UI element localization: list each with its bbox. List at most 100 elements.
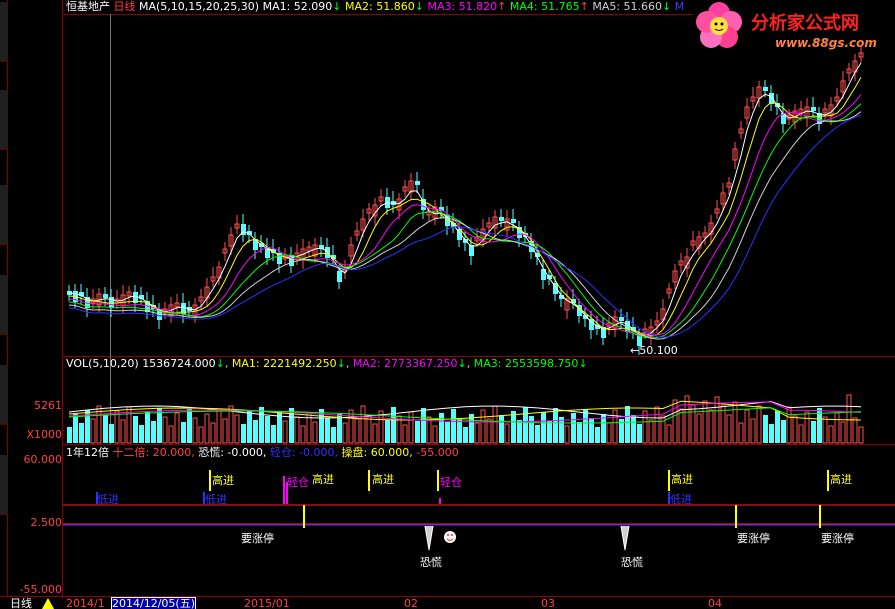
volume-bar (157, 408, 162, 443)
volume-bar (120, 419, 126, 444)
volume-bar (439, 413, 444, 443)
vol-ma2: MA2: 2773367.250 (352, 357, 458, 370)
candle-body (811, 107, 816, 111)
ind-axis-mid: 2.500 (30, 516, 63, 529)
volume-bar (463, 427, 468, 443)
signal-buy: 低进 (97, 493, 119, 506)
volume-bar (666, 424, 672, 444)
sidebar-tab[interactable] (0, 90, 8, 150)
volume-bar (702, 400, 708, 444)
volume-bar (114, 410, 120, 444)
volume-chart[interactable] (63, 370, 895, 444)
volume-bar (589, 418, 594, 443)
volume-bar (577, 422, 582, 443)
volume-bar (445, 422, 450, 443)
moving-average-line (68, 94, 862, 336)
volume-bar (181, 422, 186, 443)
moving-average-line (68, 111, 862, 340)
vol-axis-tick: 5261 (34, 399, 62, 412)
sidebar-tab[interactable] (0, 455, 8, 515)
signal-panic: 恐慌 (420, 556, 442, 569)
volume-bar (840, 421, 846, 444)
ind-axis-bottom: -55.000 (19, 583, 62, 596)
signal-panic: 恐慌 (621, 556, 643, 569)
vol-value: 1536724.000 (142, 357, 216, 370)
volume-bar (174, 412, 180, 444)
ind-axis-top: 60.000 (23, 453, 63, 466)
indicator-chart[interactable] (63, 458, 895, 596)
candle-body (109, 297, 114, 308)
sidebar-tab[interactable] (0, 275, 8, 335)
volume-bar (372, 423, 378, 444)
period-triangle-icon[interactable] (42, 598, 54, 609)
volume-bar (517, 420, 522, 443)
volume-bar (559, 417, 564, 443)
signal-sell: 高进 (372, 473, 394, 486)
ma2-value: MA2: 51.860 (345, 0, 415, 13)
ma1-value: MA1: 52.090 (262, 0, 333, 13)
volume-bar (451, 409, 456, 443)
smile-icon (444, 531, 456, 543)
volume-bar (606, 422, 612, 444)
volume-bar (804, 411, 810, 444)
volume-bar (811, 421, 816, 443)
signal-limit-up: 要涨停 (241, 532, 274, 545)
sidebar-tab[interactable] (0, 2, 8, 62)
volume-bar (385, 420, 390, 443)
signal-buy: 低进 (205, 493, 227, 506)
volume-bar (684, 395, 690, 444)
vol-ma1: MA1: 2221492.250 (231, 357, 337, 370)
vol-axis-unit: X1000 (26, 428, 62, 441)
volume-bar (210, 422, 216, 444)
signal-limit-up: 要涨停 (737, 532, 770, 545)
volume-bar (720, 405, 726, 444)
volume-bar (637, 424, 642, 443)
volume-bar (708, 409, 714, 444)
volume-bar (786, 406, 792, 444)
volume-bar (631, 415, 636, 443)
candle-body (499, 217, 504, 221)
volume-bar (187, 409, 192, 443)
candle-body (103, 294, 108, 298)
volume-bar (547, 421, 552, 443)
volume-bar (846, 394, 852, 444)
volume-bar (348, 409, 354, 444)
sidebar-tab[interactable] (0, 185, 8, 245)
volume-bar (109, 424, 114, 443)
vol-param-label[interactable]: VOL(5,10,20) (66, 357, 139, 370)
volume-bar (738, 422, 744, 444)
volume-bar (415, 421, 420, 443)
volume-bar (553, 408, 558, 443)
volume-bar (775, 411, 780, 443)
volume-bar (480, 409, 486, 444)
signal-sell: 高进 (830, 473, 852, 486)
stock-name[interactable]: 恒基地产 (66, 0, 110, 13)
candle-body (763, 87, 768, 91)
smile-eye (451, 534, 453, 536)
volume-bar (612, 409, 618, 444)
ma-param-label[interactable]: MA(5,10,15,20,25,30) (139, 0, 259, 13)
period-tab[interactable]: 日线 (10, 597, 32, 609)
volume-bar (583, 409, 588, 443)
volume-bar (504, 423, 510, 444)
candle-body (337, 271, 342, 282)
sidebar-tab[interactable] (0, 365, 8, 425)
volume-bar (432, 425, 438, 444)
volume-bar (535, 425, 540, 443)
date-axis-bar: 日线 2014/1 2014/12/05(五) 2015/01 02 03 04 (0, 596, 895, 609)
volume-bar (259, 407, 264, 443)
volume-bar (300, 425, 306, 444)
volume-bar (67, 427, 72, 443)
volume-bar (696, 413, 702, 444)
volume-bar (834, 412, 840, 444)
volume-bar (241, 424, 246, 443)
date-label: 2015/01 (244, 597, 290, 609)
volume-bar (732, 401, 738, 444)
vol-ma3: MA3: 2553598.750 (473, 357, 579, 370)
kline-chart[interactable] (63, 15, 895, 355)
signal-light: 轻仓 (440, 476, 462, 489)
volume-bar (337, 414, 342, 443)
volume-bar (678, 408, 684, 444)
volume-bar (595, 427, 600, 443)
signal-sell: 高进 (312, 473, 334, 486)
